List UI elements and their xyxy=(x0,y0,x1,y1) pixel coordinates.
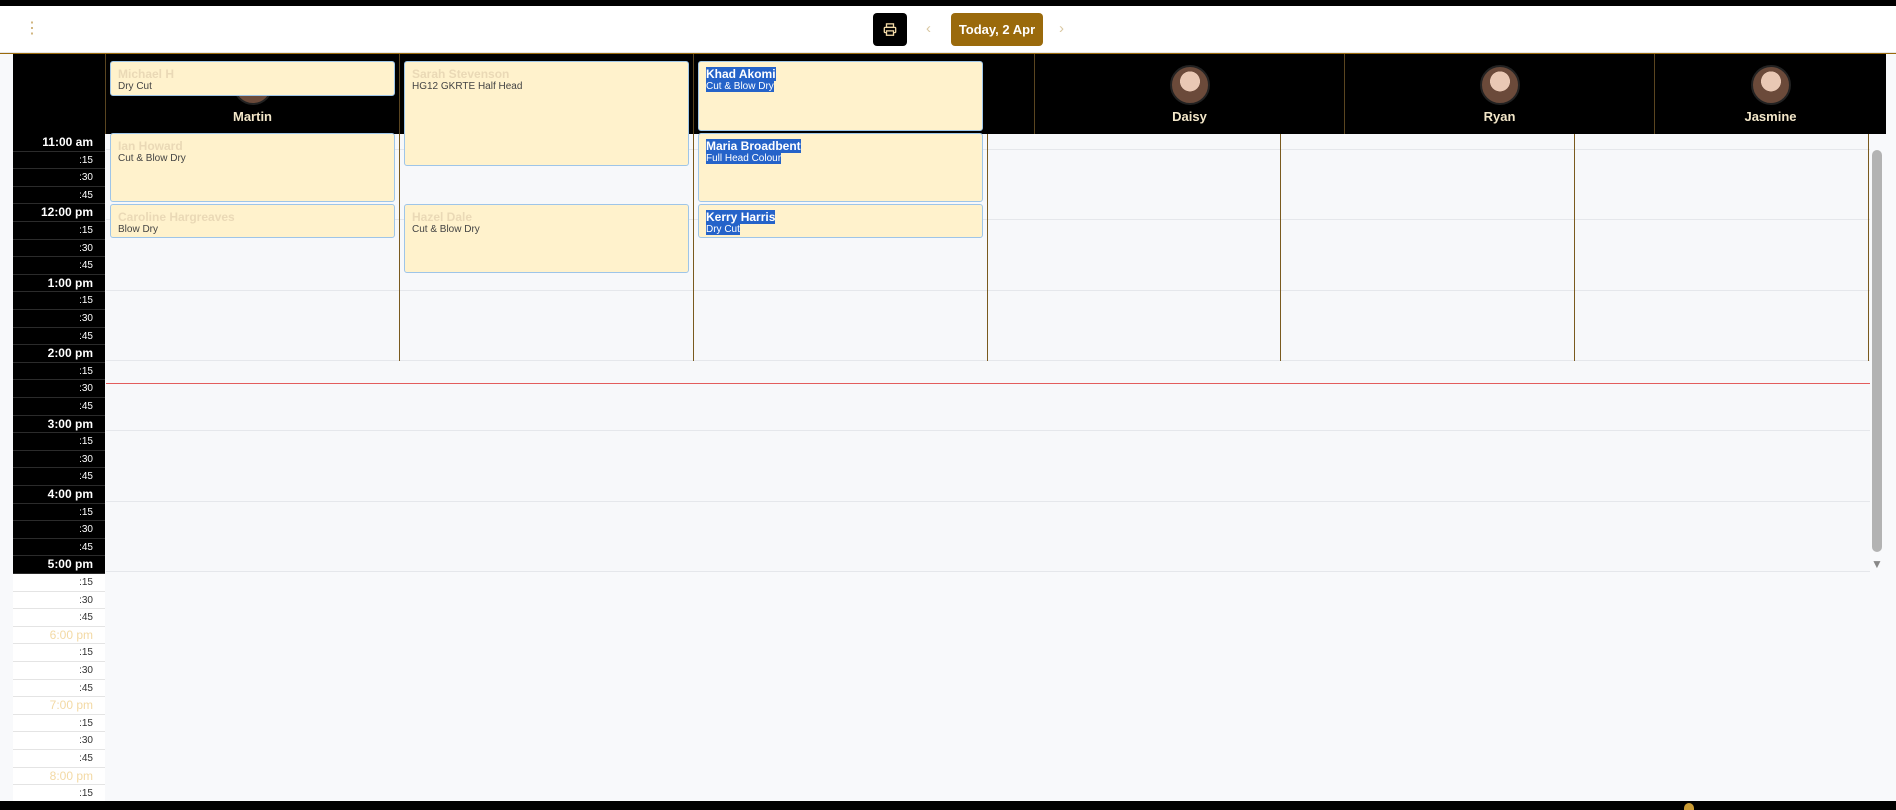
time-label-quarter: :15 xyxy=(13,574,105,592)
staff-column-ryan[interactable]: Ryan xyxy=(1344,54,1654,134)
time-label-quarter: :45 xyxy=(13,468,105,486)
time-label-quarter: :30 xyxy=(13,521,105,539)
time-label-quarter: :15 xyxy=(13,222,105,240)
today-button[interactable]: Today, 2 Apr xyxy=(951,13,1043,46)
printer-icon xyxy=(883,22,897,36)
time-label-quarter: :45 xyxy=(13,750,105,768)
time-label-quarter: :45 xyxy=(13,398,105,416)
column-divider xyxy=(693,134,694,361)
appointment-service: Dry Cut xyxy=(706,224,740,235)
appointment-service: Blow Dry xyxy=(118,224,159,235)
time-label-hour: 7:00 pm xyxy=(13,697,105,715)
appointment-client: Ian Howard xyxy=(118,139,183,153)
staff-column-daisy[interactable]: Daisy xyxy=(1034,54,1344,134)
appointment-client: Michael H xyxy=(118,67,175,81)
time-label-quarter: :15 xyxy=(13,362,105,381)
time-label-quarter: :15 xyxy=(13,503,105,522)
column-divider xyxy=(1574,134,1575,361)
staff-name: Ryan xyxy=(1483,109,1516,124)
time-label-quarter: :15 xyxy=(13,714,105,733)
time-label-quarter: :45 xyxy=(13,186,105,205)
staff-column-jasmine[interactable]: Jasmine xyxy=(1654,54,1886,134)
notification-icon[interactable] xyxy=(1684,803,1694,810)
bottom-bar xyxy=(0,801,1896,810)
next-day-button[interactable]: › xyxy=(1059,20,1064,37)
time-label-quarter: :45 xyxy=(13,538,105,557)
appointment-service: HG12 GKRTE Half Head xyxy=(412,81,523,92)
time-label-quarter: :15 xyxy=(13,644,105,662)
appointment-card[interactable]: Ian Howard Cut & Blow Dry xyxy=(110,133,395,202)
appointment-client: Sarah Stevenson xyxy=(412,67,510,81)
appointment-client: Kerry Harris xyxy=(706,210,776,224)
time-label-quarter: :30 xyxy=(13,380,105,398)
avatar xyxy=(1169,65,1210,105)
time-column: 11:00 am:15:30:45 12:00 pm:15:30:45 1:00 p… xyxy=(13,134,105,805)
appointment-client: Hazel Dale xyxy=(412,210,473,224)
appointment-card[interactable]: Michael H Dry Cut xyxy=(110,61,395,96)
time-label-quarter: :30 xyxy=(13,450,105,469)
appointment-service: Cut & Blow Dry xyxy=(706,81,774,92)
appointment-service: Full Head Colour xyxy=(706,153,782,164)
scroll-down-icon[interactable]: ▼ xyxy=(1871,557,1883,571)
time-label-hour: 5:00 pm xyxy=(13,556,105,574)
time-label-quarter: :30 xyxy=(13,239,105,258)
appointment-client: Maria Broadbent xyxy=(706,139,801,153)
gridline xyxy=(106,501,1870,502)
appointment-service: Cut & Blow Dry xyxy=(412,224,480,235)
print-button[interactable] xyxy=(873,13,907,46)
time-label-hour: 1:00 pm xyxy=(13,274,105,293)
column-divider xyxy=(1868,134,1869,361)
previous-day-button[interactable]: ‹ xyxy=(926,20,931,37)
current-time-line xyxy=(106,383,1870,384)
time-label-hour: 3:00 pm xyxy=(13,415,105,434)
time-label-quarter: :15 xyxy=(13,151,105,170)
avatar xyxy=(1479,65,1520,105)
appointment-card[interactable]: Caroline Hargreaves Blow Dry xyxy=(110,204,395,238)
time-label-quarter: :30 xyxy=(13,662,105,680)
staff-name: Daisy xyxy=(1172,109,1207,124)
gridline xyxy=(106,290,1870,291)
column-divider xyxy=(1280,134,1281,361)
time-label-hour: 12:00 pm xyxy=(13,204,105,222)
time-label-hour: 11:00 am xyxy=(13,134,105,152)
appointment-card[interactable]: Khad Akomi Cut & Blow Dry xyxy=(698,61,983,131)
time-label-hour: 8:00 pm xyxy=(13,767,105,786)
time-label-quarter: :15 xyxy=(13,433,105,451)
appointment-client: Khad Akomi xyxy=(706,67,776,81)
time-label-quarter: :30 xyxy=(13,591,105,610)
calendar-toolbar: ⋮ ‹ Today, 2 Apr › xyxy=(0,6,1896,53)
time-label-quarter: :30 xyxy=(13,310,105,328)
appointment-card[interactable]: Hazel Dale Cut & Blow Dry xyxy=(404,204,689,273)
appointment-card[interactable]: Maria Broadbent Full Head Colour xyxy=(698,133,983,202)
time-label-quarter: :45 xyxy=(13,679,105,698)
appointment-service: Cut & Blow Dry xyxy=(118,153,186,164)
time-label-quarter: :45 xyxy=(13,327,105,346)
gridline xyxy=(106,360,1870,361)
column-divider xyxy=(399,134,400,361)
time-label-hour: 6:00 pm xyxy=(13,626,105,645)
time-label-hour: 4:00 pm xyxy=(13,486,105,504)
gridline xyxy=(106,430,1870,431)
gridline xyxy=(106,571,1870,572)
time-label-quarter: :30 xyxy=(13,169,105,187)
vertical-scrollbar[interactable] xyxy=(1872,150,1882,552)
time-label-quarter: :30 xyxy=(13,732,105,750)
time-label-hour: 2:00 pm xyxy=(13,345,105,363)
time-label-quarter: :45 xyxy=(13,257,105,275)
appointment-client: Caroline Hargreaves xyxy=(118,210,235,224)
appointment-service: Dry Cut xyxy=(118,81,152,92)
appointment-card[interactable]: Kerry Harris Dry Cut xyxy=(698,204,983,238)
column-divider xyxy=(987,134,988,361)
time-label-quarter: :45 xyxy=(13,609,105,627)
avatar xyxy=(1750,65,1791,105)
staff-name: Martin xyxy=(233,109,272,124)
more-vertical-icon[interactable]: ⋮ xyxy=(24,21,40,37)
time-label-quarter: :15 xyxy=(13,292,105,310)
staff-name: Jasmine xyxy=(1744,109,1797,124)
appointment-card[interactable]: Sarah Stevenson HG12 GKRTE Half Head xyxy=(404,61,689,166)
